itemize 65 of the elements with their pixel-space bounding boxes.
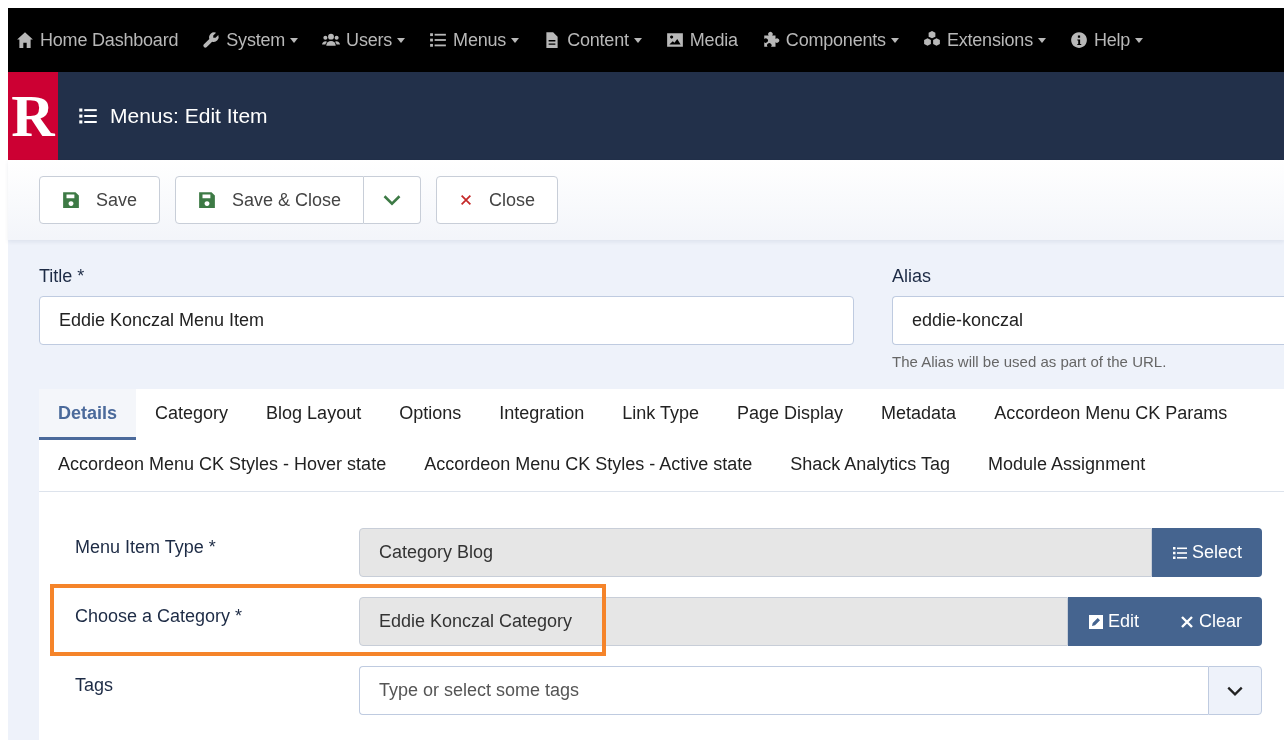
edit-button[interactable]: Edit — [1067, 597, 1159, 646]
tab[interactable]: Blog Layout — [247, 389, 381, 440]
caret-icon — [1037, 37, 1046, 43]
nav-menu-item[interactable]: Extensions — [922, 29, 1046, 51]
users-icon — [322, 31, 341, 49]
image-icon — [665, 31, 684, 49]
wrench-icon — [202, 31, 221, 49]
save-icon — [198, 191, 217, 209]
save-button[interactable]: Save & Close — [175, 176, 365, 224]
nav-menu-item[interactable]: Components — [761, 29, 899, 51]
field-label: Menu Item Type * — [75, 536, 217, 558]
readonly-field: Eddie Konczal Category — [359, 597, 1068, 646]
tab[interactable]: Accordeon Menu CK Styles - Hover state — [39, 440, 406, 491]
close-button[interactable]: Close — [436, 176, 559, 224]
list-icon — [1171, 544, 1188, 561]
nav-menu-item[interactable]: Help — [1069, 29, 1144, 51]
nav-menu-item[interactable]: Home Dashboard — [16, 29, 179, 51]
list-icon — [429, 31, 448, 49]
tab[interactable]: Details — [39, 389, 137, 440]
select-button[interactable]: Select — [1151, 528, 1262, 577]
field-label: Choose a Category * — [75, 605, 244, 627]
caret-icon — [1135, 37, 1144, 43]
puzzle-icon — [761, 31, 780, 49]
title-input[interactable]: Eddie Konczal Menu Item — [39, 296, 854, 345]
tab[interactable]: Integration — [480, 389, 604, 440]
home-icon — [16, 31, 34, 49]
help-text: The Alias will be used as part of the URL. — [892, 353, 1168, 370]
clear-button[interactable]: Clear — [1159, 597, 1262, 646]
close-icon — [1179, 613, 1195, 630]
field-label: Title * — [39, 266, 86, 287]
page-title: Menus: Edit Item — [110, 104, 268, 128]
nav-menu-item[interactable]: Users — [322, 29, 406, 51]
tab[interactable]: Module Assignment — [969, 440, 1165, 491]
tab[interactable]: Page Display — [718, 389, 863, 440]
dropdown-toggle-button[interactable] — [1208, 666, 1262, 715]
info-icon — [1069, 31, 1088, 49]
tab[interactable]: Accordeon Menu CK Params — [975, 389, 1247, 440]
nav-menu-item[interactable]: System — [202, 29, 299, 51]
field-label: Tags — [75, 674, 115, 696]
field-label: Alias — [892, 266, 932, 287]
tab[interactable]: Link Type — [603, 389, 718, 440]
edit-icon — [1087, 613, 1104, 630]
save-icon — [62, 191, 80, 209]
caret-icon — [633, 37, 642, 43]
tab[interactable]: Options — [380, 389, 481, 440]
tab[interactable]: Accordeon Menu CK Styles - Active state — [405, 440, 772, 491]
alias-input[interactable]: eddie-konczal — [892, 296, 1284, 345]
nav-menu-item[interactable]: Content — [543, 29, 642, 51]
tab[interactable]: Shack Analytics Tag — [771, 440, 970, 491]
tab[interactable]: Metadata — [862, 389, 976, 440]
caret-icon — [290, 37, 299, 43]
logo: R — [8, 72, 58, 160]
tags-input[interactable]: Type or select some tags — [359, 666, 1208, 715]
caret-icon — [890, 37, 899, 43]
readonly-field: Category Blog — [359, 528, 1152, 577]
caret-icon — [397, 37, 406, 43]
nav-menu-item[interactable]: Media — [665, 29, 738, 51]
cubes-icon — [922, 31, 941, 49]
tab[interactable]: Category — [136, 389, 248, 440]
save-button[interactable]: Save — [39, 176, 161, 224]
dropdown-toggle-button[interactable] — [364, 176, 422, 224]
nav-menu-item[interactable]: Menus — [429, 29, 520, 51]
close-icon — [459, 193, 474, 207]
caret-icon — [511, 37, 520, 43]
list-icon — [78, 106, 98, 126]
